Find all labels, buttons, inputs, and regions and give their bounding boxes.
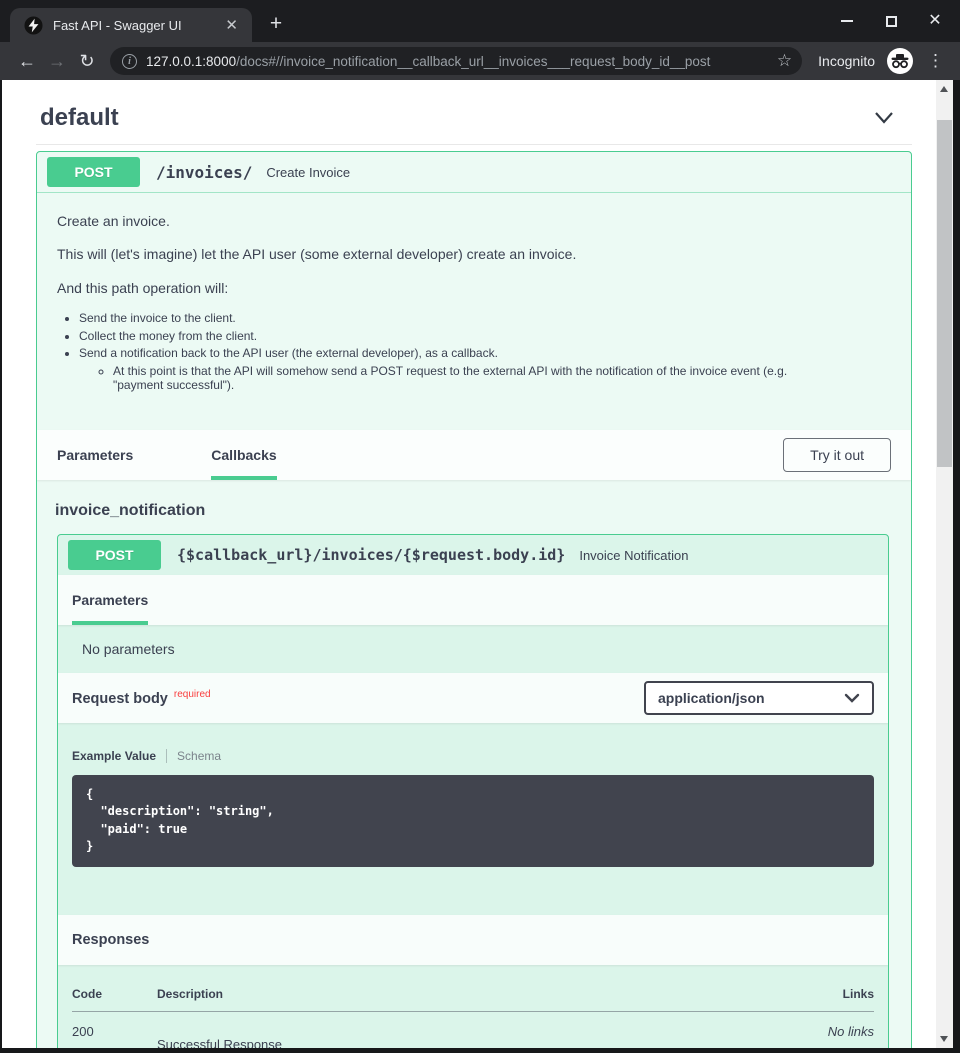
opblock-summary[interactable]: POST /invoices/ Create Invoice xyxy=(37,152,911,193)
response-links: No links xyxy=(754,1011,874,1048)
bullet-item: Send the invoice to the client. xyxy=(79,311,891,326)
select-chevron-icon xyxy=(844,693,860,703)
callback-summary: Invoice Notification xyxy=(579,548,688,563)
callbacks-section: invoice_notification POST {$callback_url… xyxy=(37,480,911,1048)
operation-path: /invoices/ xyxy=(156,163,252,182)
description-paragraph: Create an invoice. xyxy=(57,211,891,231)
request-body-label: Request bodyrequired xyxy=(72,689,211,707)
operation-description: Create an invoice. This will (let's imag… xyxy=(37,193,911,430)
api-section-title: default xyxy=(40,104,119,132)
opblock-create-invoice: POST /invoices/ Create Invoice Create an… xyxy=(36,151,912,1048)
callback-path: {$callback_url}/invoices/{$request.body.… xyxy=(177,546,565,564)
tab-example-value[interactable]: Example Value xyxy=(72,749,156,763)
incognito-icon xyxy=(887,48,913,74)
responses-table-section: Code Description Links 200 Successful Re… xyxy=(58,965,888,1048)
url-text[interactable]: 127.0.0.1:8000/docs#//invoice_notificati… xyxy=(146,54,769,69)
try-it-out-button[interactable]: Try it out xyxy=(783,438,891,472)
swagger-page: default POST /invoices/ Create Invoice C… xyxy=(2,80,936,1048)
bullet-item: Send a notification back to the API user… xyxy=(79,346,891,361)
method-badge: POST xyxy=(68,540,161,570)
response-description: Successful Response xyxy=(157,1011,754,1048)
no-parameters-text: No parameters xyxy=(58,625,888,673)
reload-button[interactable]: ↻ xyxy=(72,51,102,72)
scroll-down-arrow-icon[interactable] xyxy=(940,1036,948,1042)
opblock-invoice-notification: POST {$callback_url}/invoices/{$request.… xyxy=(57,534,889,1048)
site-info-icon[interactable]: i xyxy=(122,54,137,69)
bullet-item: Collect the money from the client. xyxy=(79,329,891,344)
content-type-value: application/json xyxy=(658,690,765,706)
sub-bullet-item: At this point is that the API will someh… xyxy=(113,364,839,393)
url-host: 127.0.0.1:8000 xyxy=(146,54,236,69)
description-sub-bullet-list: At this point is that the API will someh… xyxy=(79,364,839,393)
callback-tabbar: Parameters xyxy=(58,575,888,625)
forward-button[interactable]: → xyxy=(42,51,72,72)
new-tab-button[interactable]: + xyxy=(262,10,290,38)
tab-title: Fast API - Swagger UI xyxy=(53,18,221,33)
collapse-section-chevron-icon[interactable] xyxy=(872,109,896,127)
request-body-header: Request bodyrequired application/json xyxy=(58,673,888,723)
fastapi-favicon-icon xyxy=(24,16,43,35)
content-type-select[interactable]: application/json xyxy=(644,681,874,715)
browser-toolbar: ← → ↻ i 127.0.0.1:8000/docs#//invoice_no… xyxy=(0,42,960,80)
back-button[interactable]: ← xyxy=(12,51,42,72)
scroll-up-arrow-icon[interactable] xyxy=(940,86,948,92)
scrollbar-thumb[interactable] xyxy=(937,120,952,467)
tab-parameters[interactable]: Parameters xyxy=(57,430,133,480)
callback-opblock-summary[interactable]: POST {$callback_url}/invoices/{$request.… xyxy=(58,535,888,575)
bookmark-star-icon[interactable]: ☆ xyxy=(777,51,792,71)
tab-schema[interactable]: Schema xyxy=(177,749,221,763)
minimize-button[interactable] xyxy=(834,8,860,34)
response-row: 200 Successful Response No links xyxy=(72,1011,874,1048)
callback-tab-parameters[interactable]: Parameters xyxy=(72,575,148,625)
response-code: 200 xyxy=(72,1011,157,1048)
browser-tab[interactable]: Fast API - Swagger UI ✕ xyxy=(10,8,252,42)
column-header-description: Description xyxy=(157,983,754,1012)
tab-close-icon[interactable]: ✕ xyxy=(221,16,242,35)
responses-table: Code Description Links 200 Successful Re… xyxy=(72,983,874,1048)
operation-summary: Create Invoice xyxy=(266,165,350,180)
required-label: required xyxy=(174,689,211,700)
close-window-button[interactable]: ✕ xyxy=(922,8,948,34)
column-header-code: Code xyxy=(72,983,157,1012)
tab-separator xyxy=(166,749,167,763)
tab-callbacks[interactable]: Callbacks xyxy=(211,430,276,480)
description-paragraph: This will (let's imagine) let the API us… xyxy=(57,244,891,264)
column-header-links: Links xyxy=(754,983,874,1012)
method-badge: POST xyxy=(47,157,140,187)
callback-name: invoice_notification xyxy=(53,502,889,520)
responses-title: Responses xyxy=(72,932,149,948)
window-controls: ✕ xyxy=(834,0,948,42)
browser-window: { "browser": { "tab_title": "Fast API - … xyxy=(0,0,960,1053)
model-example-section: Example Value Schema { "description": "s… xyxy=(58,723,888,915)
description-bullet-list: Send the invoice to the client. Collect … xyxy=(57,311,891,393)
example-json-code[interactable]: { "description": "string", "paid": true} xyxy=(72,775,874,867)
operation-tabbar: Parameters Callbacks Try it out xyxy=(37,430,911,480)
browser-titlebar: Fast API - Swagger UI ✕ + ✕ xyxy=(0,0,960,42)
description-paragraph: And this path operation will: xyxy=(57,278,891,298)
section-divider xyxy=(36,144,912,145)
url-bar[interactable]: i 127.0.0.1:8000/docs#//invoice_notifica… xyxy=(110,47,802,75)
maximize-button[interactable] xyxy=(878,8,904,34)
browser-menu-icon[interactable]: ⋮ xyxy=(927,51,944,71)
url-path: /docs#//invoice_notification__callback_u… xyxy=(236,54,710,69)
page-scrollbar[interactable] xyxy=(936,80,953,1048)
responses-header: Responses xyxy=(58,915,888,965)
incognito-label: Incognito xyxy=(818,53,875,69)
